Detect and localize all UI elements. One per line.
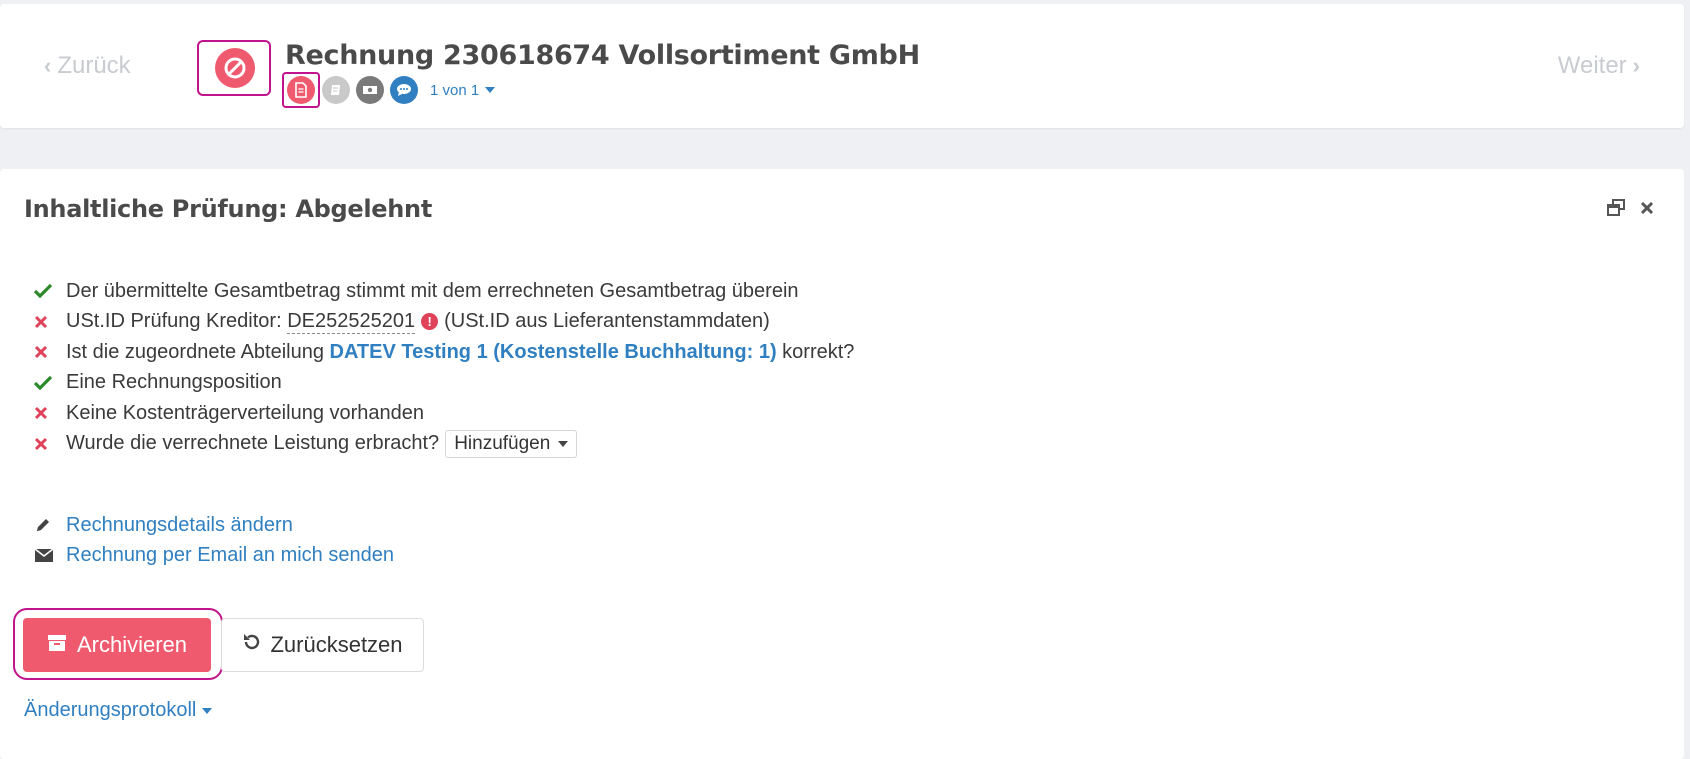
cross-icon [34,315,66,329]
back-label: Zurück [57,52,131,79]
money-icon[interactable] [356,76,384,104]
cross-icon [34,345,66,359]
department-link[interactable]: DATEV Testing 1 (Kostenstelle Buchhaltun… [330,341,777,364]
check-item: USt.ID Prüfung Kreditor: DE252525201! (US… [34,307,854,338]
check-text: Eine Rechnungsposition [66,371,282,394]
status-highlight [197,40,271,96]
send-email-link[interactable]: Rechnung per Email an mich senden [66,544,394,567]
check-text: Ist die zugeordnete Abteilung [66,340,324,363]
rejected-status-icon[interactable] [215,48,255,88]
edit-details-link[interactable]: Rechnungsdetails ändern [66,514,293,537]
archive-icon [47,632,67,658]
changelog-toggle[interactable]: Änderungsprotokoll [24,699,213,722]
comment-icon[interactable] [390,76,418,104]
window-controls [1606,199,1654,222]
vat-id[interactable]: DE252525201 [287,310,416,334]
chevron-right-icon: › [1632,53,1640,78]
next-label: Weiter [1557,52,1627,79]
invoice-header: ‹ Zurück Rechnung 230618674 Vollsortimen… [0,4,1684,128]
check-text: Wurde die verrechnete Leistung erbracht? [66,432,440,455]
chevron-left-icon: ‹ [44,53,52,78]
cross-icon [34,406,66,420]
changelog-label: Änderungsprotokoll [24,699,197,721]
check-text: Keine Kostenträgerverteilung vorhanden [66,401,425,424]
envelope-icon [34,547,66,563]
archive-button[interactable]: Archivieren [23,618,211,672]
document-actions: 1 von 1 [282,72,496,108]
caret-down-icon [558,440,569,447]
document-highlight [282,72,320,108]
edit-details-row: Rechnungsdetails ändern [34,510,394,540]
panel-title: Inhaltliche Prüfung: Abgelehnt [24,195,433,223]
add-service-dropdown[interactable]: Hinzufügen [445,429,578,458]
check-suffix: korrekt? [782,340,855,363]
next-button[interactable]: Weiter › [1558,52,1640,80]
check-item: Ist die zugeordnete Abteilung DATEV Test… [34,337,854,368]
check-icon [34,375,66,390]
send-email-row: Rechnung per Email an mich senden [34,540,394,570]
reset-label: Zurücksetzen [270,632,403,657]
check-list: Der übermittelte Gesamtbetrag stimmt mit… [34,276,854,459]
archive-label: Archivieren [76,632,188,657]
back-button[interactable]: ‹ Zurück [44,52,131,80]
action-links: Rechnungsdetails ändern Rechnung per Ema… [34,510,394,570]
document-icon[interactable] [287,76,315,104]
check-text: Der übermittelte Gesamtbetrag stimmt mit… [66,279,799,302]
cross-icon [34,437,66,451]
undo-icon [242,632,262,658]
check-item: Eine Rechnungsposition [34,368,854,399]
check-item: Der übermittelte Gesamtbetrag stimmt mit… [34,276,854,307]
check-suffix: (USt.ID aus Lieferantenstammdaten) [444,310,770,333]
close-icon[interactable] [1640,201,1654,220]
page-selector[interactable]: 1 von 1 [430,81,496,99]
warning-icon[interactable]: ! [421,313,439,331]
pencil-icon [34,516,66,534]
book-icon[interactable] [322,76,350,104]
check-icon [34,284,66,299]
dropdown-label: Hinzufügen [454,432,551,454]
check-item: Wurde die verrechnete Leistung erbracht?… [34,429,854,460]
check-item: Keine Kostenträgerverteilung vorhanden [34,398,854,429]
restore-window-icon[interactable] [1606,199,1626,222]
caret-down-icon [485,87,496,93]
caret-down-icon [202,707,213,714]
page-selector-label: 1 von 1 [430,81,480,99]
reset-button[interactable]: Zurücksetzen [221,618,424,672]
page-title: Rechnung 230618674 Vollsortiment GmbH [285,40,920,71]
review-panel: Inhaltliche Prüfung: Abgelehnt Der überm… [0,169,1684,759]
check-text: USt.ID Prüfung Kreditor: [66,310,282,333]
